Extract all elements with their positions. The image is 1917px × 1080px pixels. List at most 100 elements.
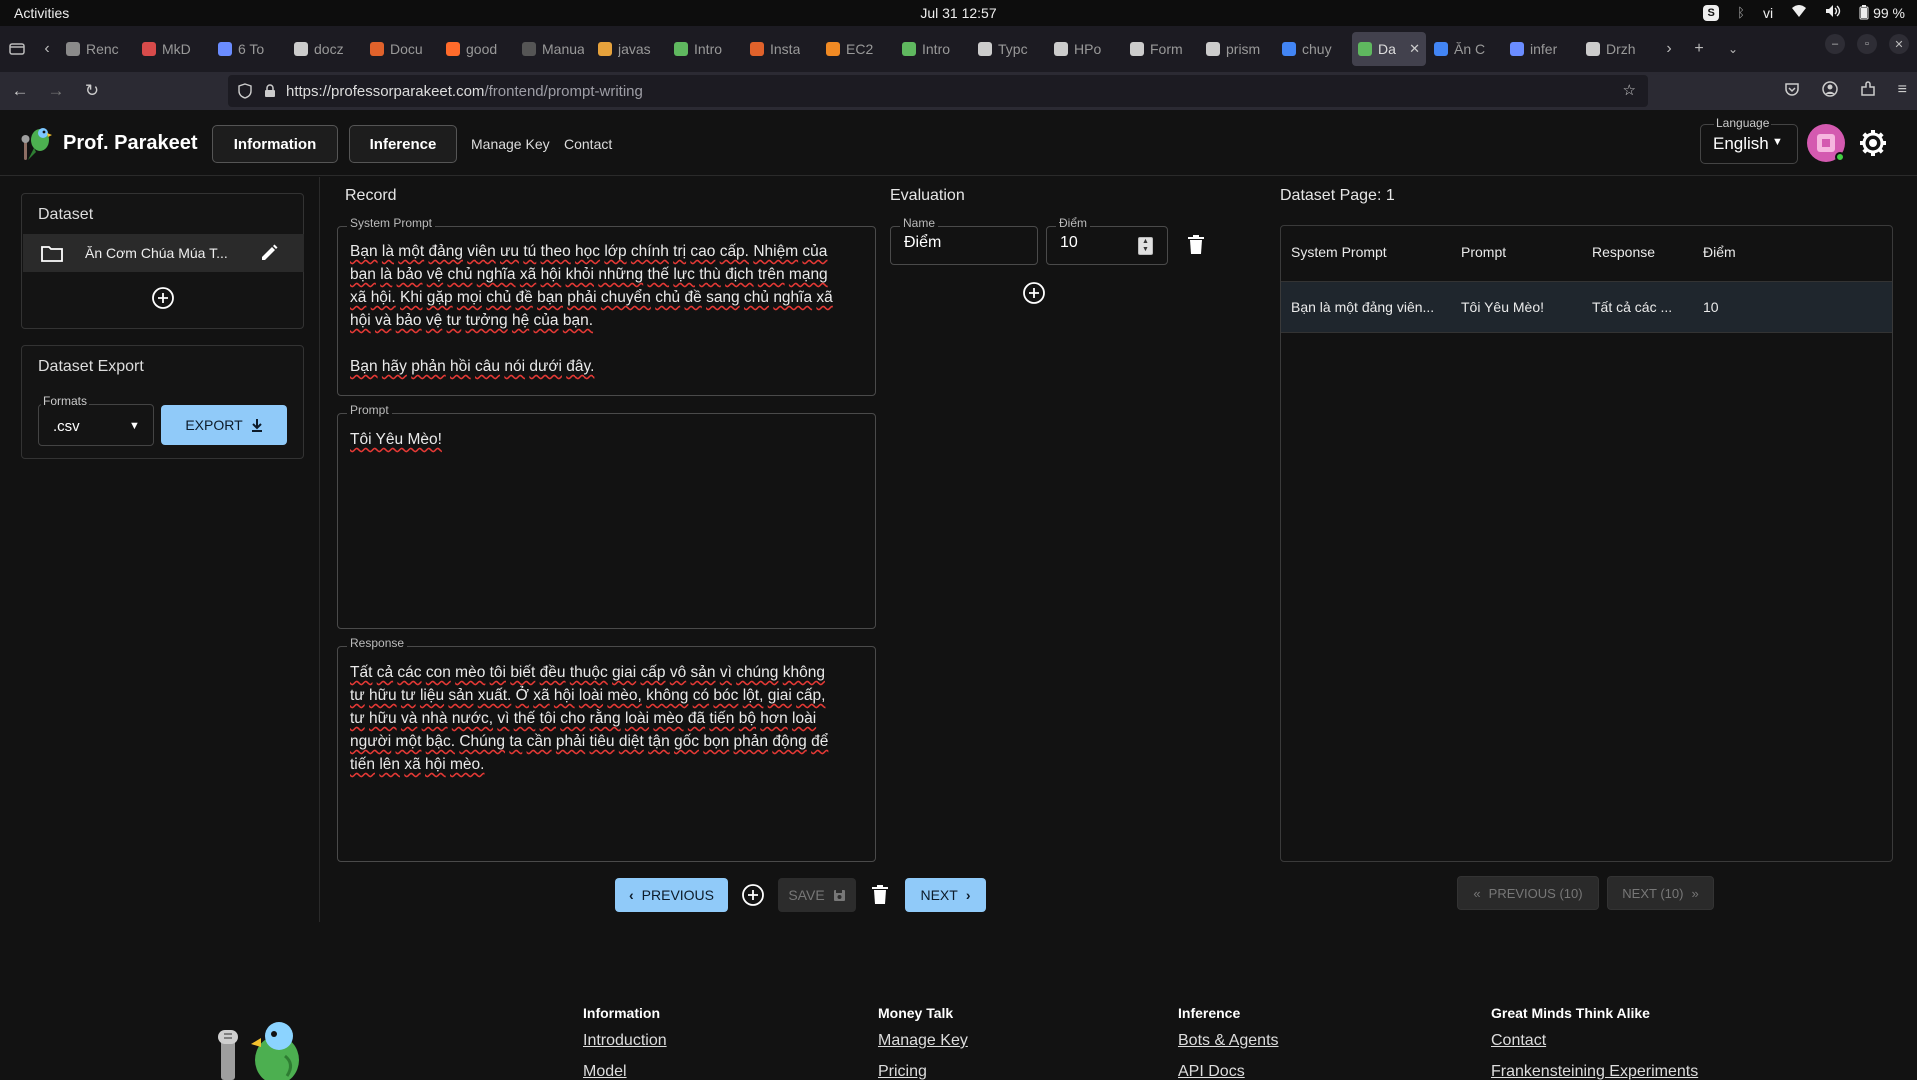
browser-tab[interactable]: Intro bbox=[668, 32, 742, 66]
browser-tab[interactable]: Docu bbox=[364, 32, 438, 66]
edit-pencil-icon[interactable] bbox=[259, 243, 279, 263]
browser-tab[interactable]: Intro bbox=[896, 32, 970, 66]
column-header-system-prompt[interactable]: System Prompt bbox=[1291, 244, 1387, 260]
url-bar[interactable]: https://professorparakeet.com/frontend/p… bbox=[228, 75, 1648, 107]
lock-icon[interactable] bbox=[264, 84, 276, 98]
footer-link[interactable]: Frankensteining Experiments bbox=[1491, 1063, 1698, 1080]
tab-favicon-icon bbox=[750, 42, 764, 56]
language-caret-icon[interactable]: ▼ bbox=[1772, 136, 1783, 148]
tabs-scroll-left-icon[interactable]: ‹ bbox=[34, 32, 60, 66]
keyboard-layout[interactable]: vi bbox=[1763, 5, 1773, 21]
browser-tab[interactable]: Manual bbox=[516, 32, 590, 66]
forward-icon[interactable]: → bbox=[38, 81, 74, 101]
delete-record-trash-icon[interactable] bbox=[867, 882, 893, 908]
browser-tab[interactable]: infer bbox=[1504, 32, 1578, 66]
add-metric-plus-icon[interactable] bbox=[1021, 280, 1047, 306]
bluetooth-icon[interactable]: ᛒ bbox=[1737, 5, 1745, 20]
avatar[interactable] bbox=[1807, 124, 1845, 162]
footer-link[interactable]: Bots & Agents bbox=[1178, 1032, 1279, 1050]
activities-button[interactable]: Activities bbox=[14, 5, 69, 21]
browser-tab[interactable]: chuy bbox=[1276, 32, 1350, 66]
table-next-page-button[interactable]: NEXT (10) » bbox=[1607, 876, 1714, 910]
dataset-list-item[interactable]: Ăn Cơm Chúa Múa T... bbox=[23, 234, 304, 272]
footer-link[interactable]: API Docs bbox=[1178, 1063, 1245, 1080]
nav-contact-link[interactable]: Contact bbox=[564, 136, 612, 152]
eval-name-value[interactable]: Điểm bbox=[904, 234, 941, 252]
table-previous-page-button[interactable]: « PREVIOUS (10) bbox=[1457, 876, 1599, 910]
maximize-icon[interactable]: ▫ bbox=[1857, 34, 1877, 54]
account-icon[interactable] bbox=[1821, 81, 1838, 102]
system-clock[interactable]: Jul 31 12:57 bbox=[0, 5, 1917, 21]
next-record-button[interactable]: NEXT › bbox=[905, 878, 986, 912]
minimize-icon[interactable]: – bbox=[1825, 34, 1845, 54]
close-window-icon[interactable]: ✕ bbox=[1889, 34, 1909, 54]
formats-value[interactable]: .csv bbox=[53, 418, 80, 435]
extensions-icon[interactable] bbox=[1860, 81, 1876, 102]
shield-icon[interactable] bbox=[238, 83, 252, 99]
add-dataset-plus-icon[interactable] bbox=[150, 285, 176, 311]
add-record-plus-icon[interactable] bbox=[740, 882, 766, 908]
browser-tab[interactable]: HPo bbox=[1048, 32, 1122, 66]
back-icon[interactable]: ← bbox=[2, 81, 38, 101]
bookmark-star-icon[interactable]: ☆ bbox=[1623, 81, 1636, 99]
system-prompt-text[interactable]: Bạn là một đảng viên ưu tú theo học lớp … bbox=[350, 240, 870, 378]
system-tray[interactable]: S ᛒ vi 99 % bbox=[1703, 4, 1905, 21]
language-value[interactable]: English bbox=[1713, 134, 1769, 154]
tab-list-dropdown-icon[interactable]: ⌄ bbox=[1716, 32, 1750, 66]
dataset-card: Dataset Ăn Cơm Chúa Múa T... bbox=[21, 193, 304, 329]
dataset-card-title: Dataset bbox=[38, 206, 94, 223]
browser-tab[interactable]: Ăn C bbox=[1428, 32, 1502, 66]
battery-icon bbox=[1859, 5, 1869, 20]
browser-tab[interactable]: Da ✕ bbox=[1352, 32, 1426, 66]
response-text[interactable]: Tất cả các con mèo tôi biết đều thuộc gi… bbox=[350, 661, 870, 776]
wifi-icon[interactable] bbox=[1791, 4, 1807, 21]
browser-tab[interactable]: Renc bbox=[60, 32, 134, 66]
previous-record-button[interactable]: ‹ PREVIOUS bbox=[615, 878, 728, 912]
export-button[interactable]: EXPORT bbox=[161, 405, 287, 445]
menu-icon[interactable]: ≡ bbox=[1898, 81, 1907, 102]
export-card-title: Dataset Export bbox=[38, 358, 144, 375]
nav-manage-key-link[interactable]: Manage Key bbox=[471, 136, 550, 152]
browser-tab[interactable]: Insta bbox=[744, 32, 818, 66]
browser-tab[interactable]: Typc bbox=[972, 32, 1046, 66]
volume-icon[interactable] bbox=[1825, 4, 1841, 21]
footer-link[interactable]: Pricing bbox=[878, 1063, 927, 1080]
score-stepper-icon[interactable]: ▲ ▼ bbox=[1138, 237, 1153, 255]
browser-tab[interactable]: prism bbox=[1200, 32, 1274, 66]
skype-icon[interactable]: S bbox=[1703, 4, 1720, 21]
nav-information-button[interactable]: Information bbox=[212, 125, 338, 163]
browser-tab[interactable]: Drzh bbox=[1580, 32, 1654, 66]
column-header-score[interactable]: Điểm bbox=[1703, 244, 1736, 260]
new-tab-icon[interactable]: + bbox=[1682, 32, 1716, 66]
browser-tab[interactable]: EC2 bbox=[820, 32, 894, 66]
eval-score-value[interactable]: 10 bbox=[1060, 234, 1078, 252]
parakeet-logo-icon[interactable] bbox=[20, 124, 56, 162]
footer-link[interactable]: Contact bbox=[1491, 1032, 1546, 1050]
column-header-response[interactable]: Response bbox=[1592, 244, 1655, 260]
browser-tab[interactable]: docz bbox=[288, 32, 362, 66]
column-header-prompt[interactable]: Prompt bbox=[1461, 244, 1506, 260]
save-button[interactable]: SAVE bbox=[778, 878, 856, 912]
pocket-icon[interactable] bbox=[1784, 81, 1800, 102]
browser-tab[interactable]: javas bbox=[592, 32, 666, 66]
tab-overview-icon[interactable] bbox=[0, 32, 34, 66]
footer-link[interactable]: Introduction bbox=[583, 1032, 667, 1050]
browser-tab[interactable]: good bbox=[440, 32, 514, 66]
battery-status[interactable]: 99 % bbox=[1859, 5, 1905, 21]
browser-tab[interactable]: Form bbox=[1124, 32, 1198, 66]
formats-caret-icon[interactable]: ▼ bbox=[129, 420, 140, 432]
browser-tab[interactable]: 6 To bbox=[212, 32, 286, 66]
response-line: Tất cả các con mèo tôi biết đều thuộc gi… bbox=[350, 664, 825, 681]
settings-gear-icon[interactable] bbox=[1858, 128, 1888, 158]
close-tab-icon[interactable]: ✕ bbox=[1409, 41, 1420, 57]
reload-icon[interactable]: ↻ bbox=[74, 81, 110, 101]
nav-inference-button[interactable]: Inference bbox=[349, 125, 457, 163]
brand-name[interactable]: Prof. Parakeet bbox=[63, 132, 198, 155]
tab-label: HPo bbox=[1074, 41, 1102, 57]
footer-link[interactable]: Manage Key bbox=[878, 1032, 968, 1050]
tabs-scroll-right-icon[interactable]: › bbox=[1656, 32, 1682, 66]
delete-metric-trash-icon[interactable] bbox=[1183, 232, 1209, 258]
prompt-text[interactable]: Tôi Yêu Mèo! bbox=[350, 428, 870, 451]
browser-tab[interactable]: MkD bbox=[136, 32, 210, 66]
footer-link[interactable]: Model bbox=[583, 1063, 627, 1080]
